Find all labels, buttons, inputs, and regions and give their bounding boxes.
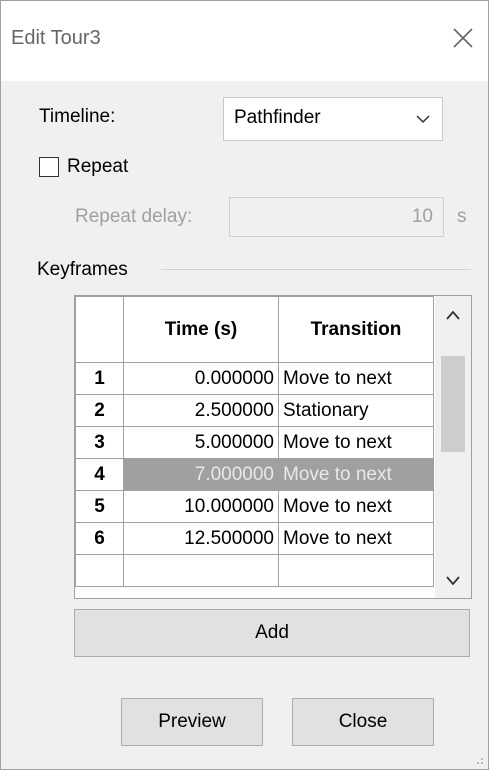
resize-grip-icon[interactable]: [474, 755, 484, 765]
preview-button[interactable]: Preview: [121, 698, 263, 746]
scroll-up-icon[interactable]: [446, 310, 460, 320]
row-number[interactable]: 5: [75, 490, 124, 523]
row-number-partial[interactable]: [75, 554, 124, 587]
repeat-delay-unit: s: [457, 206, 467, 227]
edit-tour-dialog: Edit Tour3 Timeline: Pathfinder Repeat R…: [0, 0, 489, 770]
row-number[interactable]: 6: [75, 522, 124, 555]
window-title: Edit Tour3: [11, 27, 101, 49]
timeline-selected-value: Pathfinder: [234, 107, 321, 128]
time-cell[interactable]: 12.500000: [123, 522, 279, 555]
repeat-delay-label: Repeat delay:: [75, 206, 193, 227]
table-row[interactable]: [75, 554, 434, 587]
group-divider: [161, 269, 471, 270]
time-cell-partial[interactable]: [123, 554, 279, 587]
repeat-delay-input[interactable]: 10: [229, 197, 444, 237]
scrollbar-thumb[interactable]: [441, 356, 465, 452]
chevron-down-icon: [416, 115, 430, 124]
row-number[interactable]: 1: [75, 362, 124, 395]
time-cell[interactable]: 7.000000: [123, 458, 279, 491]
transition-cell[interactable]: Move to next: [278, 362, 434, 395]
title-bar: Edit Tour3: [1, 1, 488, 81]
close-icon[interactable]: [452, 27, 474, 49]
row-number[interactable]: 2: [75, 394, 124, 427]
scroll-down-icon[interactable]: [446, 576, 460, 586]
time-cell[interactable]: 0.000000: [123, 362, 279, 395]
column-header-time[interactable]: Time (s): [123, 296, 279, 363]
timeline-select[interactable]: Pathfinder: [223, 97, 443, 141]
transition-cell[interactable]: Stationary: [278, 394, 434, 427]
table-row-selected[interactable]: 4 7.000000 Move to next: [75, 458, 434, 491]
table-row[interactable]: 1 0.000000 Move to next: [75, 362, 434, 395]
time-cell[interactable]: 5.000000: [123, 426, 279, 459]
row-number[interactable]: 3: [75, 426, 124, 459]
transition-cell[interactable]: Move to next: [278, 522, 434, 555]
table-scrollbar[interactable]: [435, 296, 471, 598]
time-cell[interactable]: 2.500000: [123, 394, 279, 427]
transition-cell[interactable]: Move to next: [278, 490, 434, 523]
table-header-row: Time (s) Transition: [75, 296, 434, 363]
time-cell[interactable]: 10.000000: [123, 490, 279, 523]
repeat-delay-value: 10: [411, 206, 433, 227]
row-number[interactable]: 4: [75, 458, 124, 491]
close-button[interactable]: Close: [292, 698, 434, 746]
add-button[interactable]: Add: [74, 609, 470, 657]
table-row[interactable]: 5 10.000000 Move to next: [75, 490, 434, 523]
table-row[interactable]: 6 12.500000 Move to next: [75, 522, 434, 555]
repeat-checkbox[interactable]: [39, 157, 59, 177]
table-row[interactable]: 3 5.000000 Move to next: [75, 426, 434, 459]
transition-cell-partial[interactable]: [278, 554, 434, 587]
transition-cell[interactable]: Move to next: [278, 458, 434, 491]
table-row[interactable]: 2 2.500000 Stationary: [75, 394, 434, 427]
transition-cell[interactable]: Move to next: [278, 426, 434, 459]
column-header-transition[interactable]: Transition: [278, 296, 434, 363]
keyframes-group-label: Keyframes: [37, 259, 128, 280]
repeat-label[interactable]: Repeat: [67, 156, 128, 178]
keyframes-table[interactable]: Time (s) Transition 1 0.000000 Move to n…: [74, 295, 472, 599]
timeline-label: Timeline:: [39, 106, 116, 127]
column-header-index: [75, 296, 124, 363]
